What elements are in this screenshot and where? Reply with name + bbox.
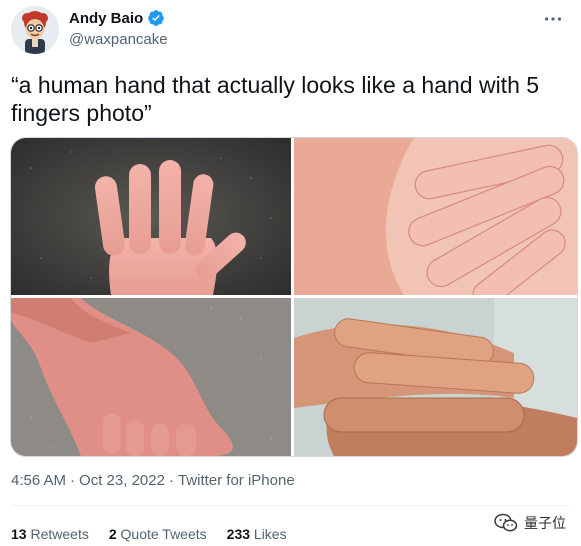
author-name-row: Andy Baio [69, 9, 165, 27]
watermark: 量子位 [494, 513, 566, 533]
photo-hand-gravel[interactable] [11, 298, 291, 456]
media-grid [10, 137, 578, 457]
tweet-date[interactable]: Oct 23, 2022 [79, 472, 165, 489]
quote-tweets-label: Quote Tweets [120, 526, 207, 542]
likes-stat[interactable]: 233 Likes [227, 526, 287, 542]
photo-fingers-closeup[interactable] [294, 298, 577, 456]
retweets-count: 13 [11, 526, 27, 542]
tweet-meta: 4:56 AM · Oct 23, 2022 · Twitter for iPh… [11, 472, 295, 489]
tweet-time[interactable]: 4:56 AM [11, 472, 66, 489]
more-dots-icon [545, 17, 561, 21]
engagement-stats: 13 Retweets 2 Quote Tweets 233 Likes [11, 526, 287, 542]
wechat-icon [494, 513, 518, 532]
likes-label: Likes [253, 526, 287, 542]
tweet-text: “a human hand that actually looks like a… [11, 72, 540, 126]
quote-tweets-count: 2 [108, 526, 117, 542]
photo-open-palm-asphalt[interactable] [11, 138, 291, 295]
meta-separator: · [168, 472, 174, 489]
author-avatar[interactable] [11, 6, 59, 54]
likes-count: 233 [226, 526, 251, 542]
meta-separator: · [70, 472, 76, 489]
tweet-source[interactable]: Twitter for iPhone [178, 472, 295, 489]
cartoon-avatar-icon [11, 6, 59, 54]
watermark-text: 量子位 [524, 515, 566, 531]
photo-hands-closeup[interactable] [294, 138, 577, 295]
verified-badge-icon [147, 9, 165, 27]
more-options-button[interactable] [538, 8, 568, 30]
author-display-name[interactable]: Andy Baio [69, 10, 143, 27]
author-handle[interactable]: @waxpancake [69, 31, 168, 48]
divider [11, 505, 571, 506]
retweets-stat[interactable]: 13 Retweets [11, 526, 89, 542]
quote-tweets-stat[interactable]: 2 Quote Tweets [109, 526, 207, 542]
retweets-label: Retweets [30, 526, 89, 542]
